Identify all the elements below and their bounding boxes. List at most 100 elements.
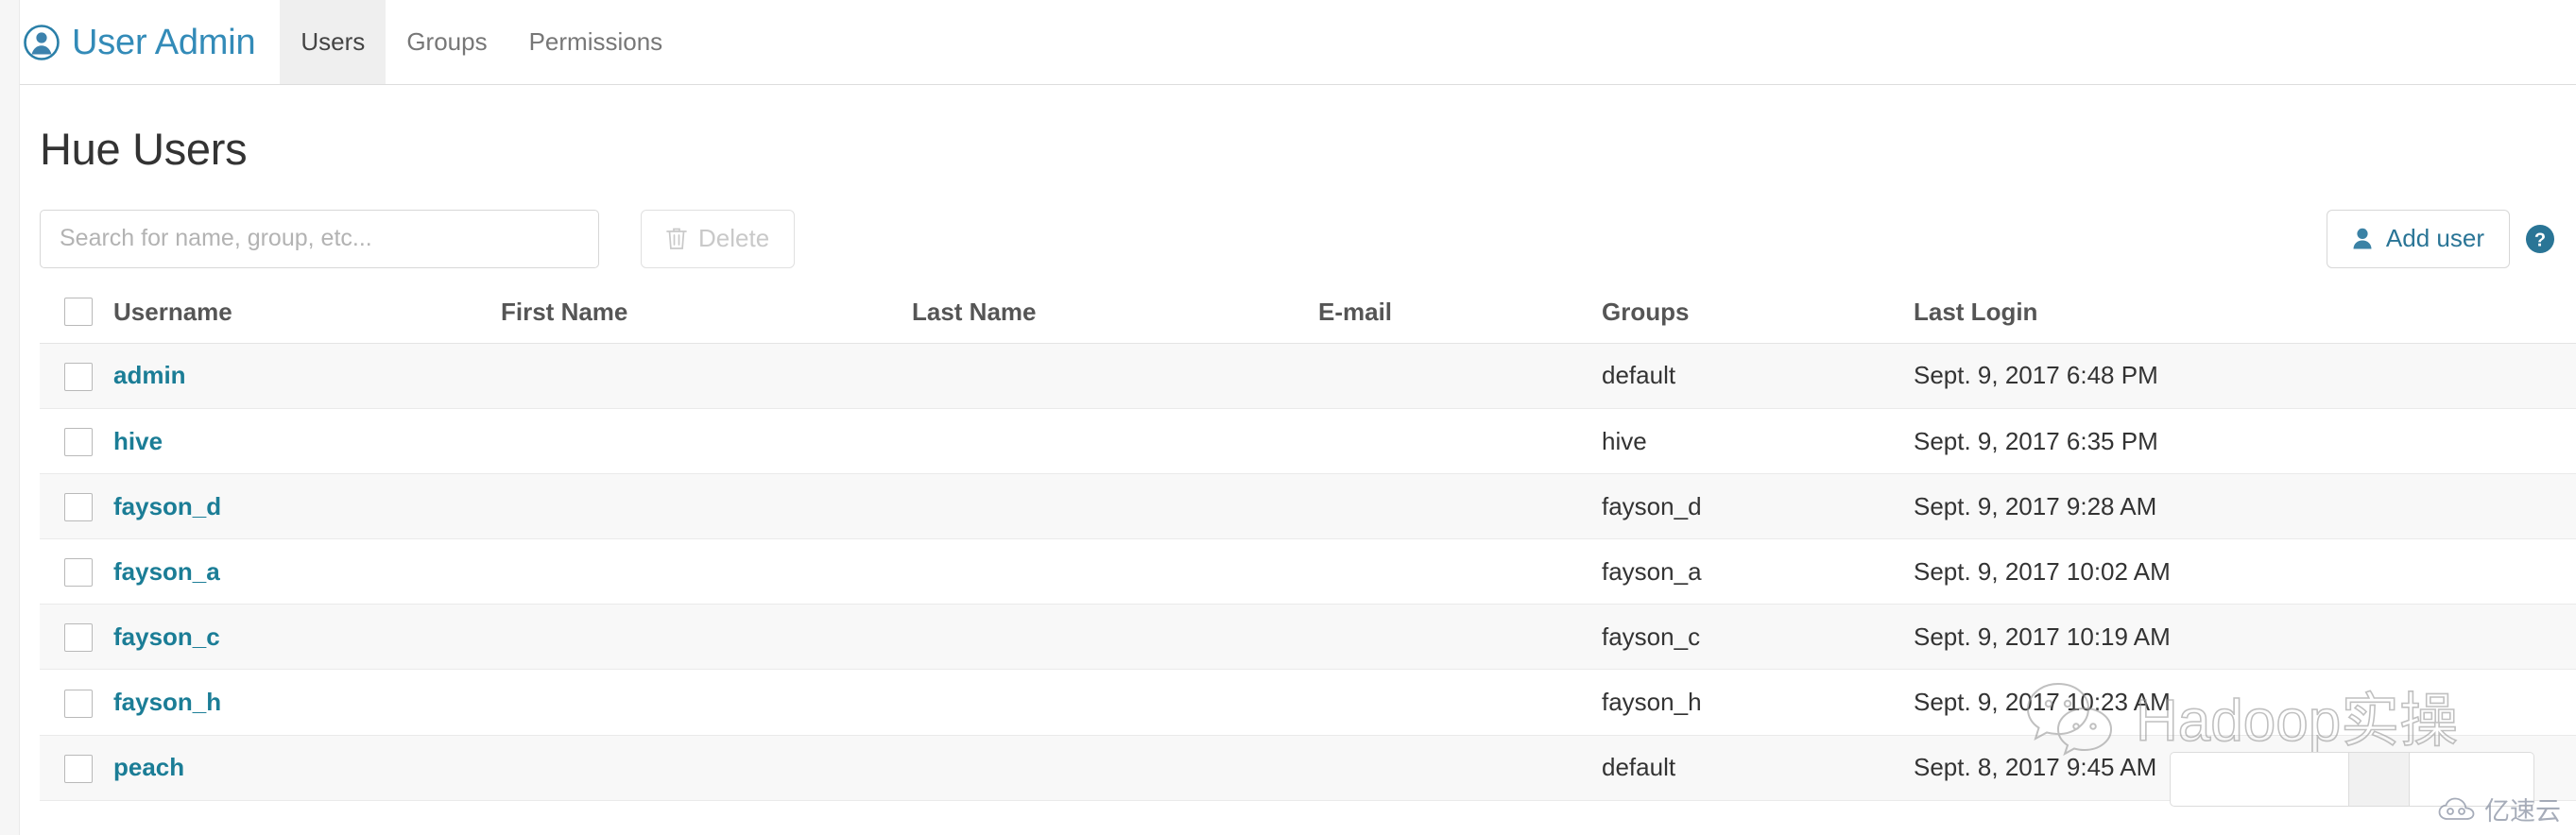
username-link[interactable]: hive	[113, 427, 163, 455]
username-link[interactable]: fayson_c	[113, 622, 220, 651]
cell-groups: fayson_h	[1602, 669, 1914, 736]
column-header-last-name[interactable]: Last Name	[912, 296, 1318, 344]
users-table-wrap: Username First Name Last Name E-mail Gro…	[40, 296, 2576, 801]
toolbar-right-group: Add user ?	[2326, 209, 2555, 268]
table-row: fayson_c fayson_c Sept. 9, 2017 10:19 AM	[40, 604, 2576, 671]
brand-link[interactable]: User Admin	[19, 0, 280, 84]
table-row: hive hive Sept. 9, 2017 6:35 PM	[40, 408, 2576, 475]
cell-first-name	[501, 343, 912, 409]
cell-last-login: Sept. 9, 2017 10:02 AM	[1914, 538, 2576, 605]
cell-email	[1318, 735, 1602, 801]
cell-groups: default	[1602, 343, 1914, 409]
cell-groups: fayson_d	[1602, 473, 1914, 540]
cell-username: admin	[113, 343, 501, 409]
cell-groups: fayson_c	[1602, 604, 1914, 671]
cell-last-name	[912, 343, 1318, 409]
username-link[interactable]: fayson_d	[113, 492, 221, 520]
nav-tabs: Users Groups Permissions	[280, 0, 683, 84]
row-checkbox[interactable]	[64, 623, 93, 653]
cell-groups: default	[1602, 735, 1914, 801]
cell-first-name	[501, 473, 912, 540]
trash-icon	[666, 227, 687, 250]
help-circle-icon[interactable]: ?	[2525, 224, 2555, 254]
tab-permissions[interactable]: Permissions	[508, 0, 684, 84]
users-table: Username First Name Last Name E-mail Gro…	[40, 296, 2576, 801]
tab-users[interactable]: Users	[280, 0, 386, 84]
cell-last-login: Sept. 9, 2017 9:28 AM	[1914, 473, 2576, 540]
cell-email	[1318, 343, 1602, 409]
cell-groups: hive	[1602, 408, 1914, 475]
column-header-username[interactable]: Username	[113, 296, 501, 344]
user-circle-icon	[24, 24, 60, 60]
row-select-cell	[40, 669, 113, 736]
cell-email	[1318, 473, 1602, 540]
username-link[interactable]: fayson_a	[113, 557, 220, 586]
cell-last-name	[912, 604, 1318, 671]
cell-last-name	[912, 735, 1318, 801]
table-row: admin default Sept. 9, 2017 6:48 PM	[40, 343, 2576, 409]
toolbar: Delete Add user ?	[40, 209, 2576, 268]
cell-groups: fayson_a	[1602, 538, 1914, 605]
cell-last-name	[912, 473, 1318, 540]
top-navbar: User Admin Users Groups Permissions	[0, 0, 2576, 85]
select-all-checkbox[interactable]	[64, 297, 93, 326]
cell-username: peach	[113, 735, 501, 801]
yisu-watermark-text: 亿速云	[2484, 797, 2561, 826]
table-row: fayson_a fayson_a Sept. 9, 2017 10:02 AM	[40, 538, 2576, 605]
cell-first-name	[501, 735, 912, 801]
cell-username: fayson_h	[113, 669, 501, 736]
delete-button-label: Delete	[698, 224, 770, 253]
cell-first-name	[501, 604, 912, 671]
pagination-page-input[interactable]	[2170, 751, 2349, 807]
users-table-body: admin default Sept. 9, 2017 6:48 PM hive hiv…	[40, 343, 2576, 801]
tab-groups[interactable]: Groups	[386, 0, 507, 84]
cell-last-login: Sept. 9, 2017 6:48 PM	[1914, 343, 2576, 409]
add-user-button[interactable]: Add user	[2326, 209, 2510, 268]
cell-username: fayson_a	[113, 538, 501, 605]
cell-email	[1318, 408, 1602, 475]
delete-button[interactable]: Delete	[641, 209, 796, 268]
search-input[interactable]	[40, 209, 599, 268]
cell-username: hive	[113, 408, 501, 475]
username-link[interactable]: admin	[113, 361, 186, 389]
column-header-last-login[interactable]: Last Login	[1914, 296, 2576, 344]
username-link[interactable]: peach	[113, 753, 184, 781]
column-header-groups[interactable]: Groups	[1602, 296, 1914, 344]
pagination-mid-button[interactable]	[2349, 751, 2410, 807]
select-all-header	[40, 296, 113, 344]
cell-last-login: Sept. 9, 2017 6:35 PM	[1914, 408, 2576, 475]
cell-email	[1318, 538, 1602, 605]
cell-last-login: Sept. 9, 2017 10:19 AM	[1914, 604, 2576, 671]
row-checkbox[interactable]	[64, 493, 93, 522]
cell-email	[1318, 669, 1602, 736]
add-user-button-label: Add user	[2385, 224, 2484, 253]
row-checkbox[interactable]	[64, 428, 93, 457]
page-title: Hue Users	[40, 124, 248, 174]
column-header-email[interactable]: E-mail	[1318, 296, 1602, 344]
row-select-cell	[40, 408, 113, 475]
table-row: fayson_h fayson_h Sept. 9, 2017 10:23 AM	[40, 669, 2576, 736]
collapsed-sidebar-rail[interactable]	[0, 0, 20, 835]
row-checkbox[interactable]	[64, 558, 93, 588]
cell-last-name	[912, 538, 1318, 605]
cell-first-name	[501, 669, 912, 736]
table-row: fayson_d fayson_d Sept. 9, 2017 9:28 AM	[40, 473, 2576, 540]
brand-title: User Admin	[72, 22, 256, 62]
row-select-cell	[40, 343, 113, 409]
cell-username: fayson_c	[113, 604, 501, 671]
cell-last-name	[912, 669, 1318, 736]
row-select-cell	[40, 473, 113, 540]
svg-text:?: ?	[2534, 230, 2546, 250]
cell-username: fayson_d	[113, 473, 501, 540]
username-link[interactable]: fayson_h	[113, 688, 221, 716]
row-checkbox[interactable]	[64, 362, 93, 391]
row-checkbox[interactable]	[64, 689, 93, 718]
users-table-head: Username First Name Last Name E-mail Gro…	[40, 296, 2576, 344]
row-select-cell	[40, 538, 113, 605]
cell-last-login: Sept. 9, 2017 10:23 AM	[1914, 669, 2576, 736]
row-select-cell	[40, 735, 113, 801]
column-header-first-name[interactable]: First Name	[501, 296, 912, 344]
cell-last-name	[912, 408, 1318, 475]
row-checkbox[interactable]	[64, 754, 93, 783]
cloud-icon	[2438, 797, 2476, 822]
